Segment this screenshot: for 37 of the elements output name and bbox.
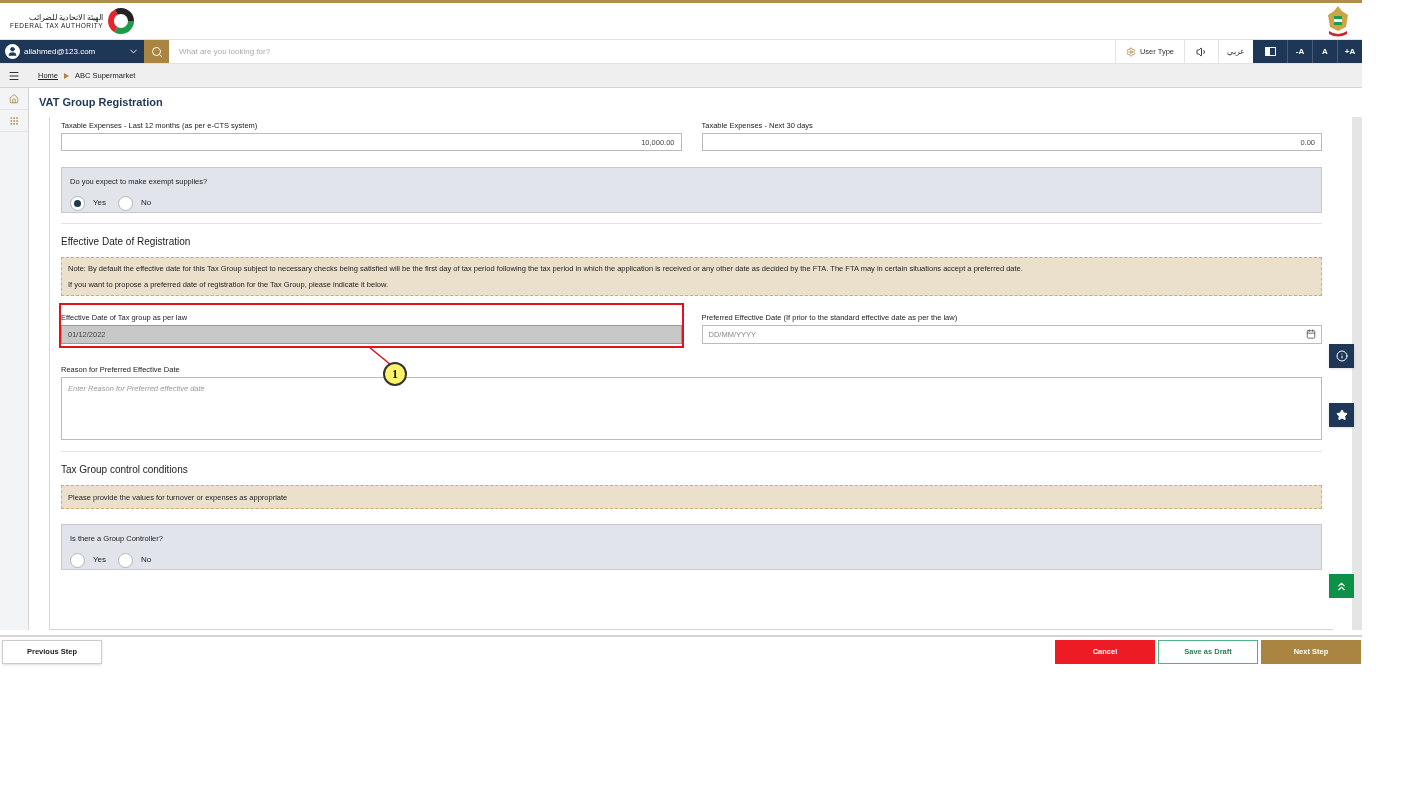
search-icon: [150, 45, 163, 58]
calendar-icon[interactable]: [1306, 329, 1316, 339]
breadcrumb-separator-icon: [64, 72, 69, 79]
info-button[interactable]: [1329, 344, 1354, 368]
star-icon: [1335, 409, 1348, 421]
home-icon: [9, 93, 19, 104]
grid-icon: [9, 115, 19, 126]
section-heading: Effective Date of Registration: [61, 235, 192, 250]
menu-icon: [8, 69, 20, 82]
scrollbar[interactable]: [1352, 117, 1362, 630]
radio-label: No: [141, 554, 152, 566]
logo-arabic-text: الهيئة الاتحادية للضرائب: [28, 12, 104, 22]
callout-badge: 1: [383, 362, 407, 386]
favorite-button[interactable]: [1329, 403, 1354, 427]
radio-label: Yes: [93, 197, 107, 209]
radio-button[interactable]: [70, 195, 85, 211]
font-size-button[interactable]: -A: [1287, 40, 1312, 63]
radio-label: Yes: [93, 554, 107, 566]
radio-button[interactable]: [118, 195, 134, 211]
emblem-icon: [1326, 5, 1350, 37]
user-dropdown[interactable]: aliahmed@123.com: [0, 40, 144, 63]
settings-icon: [1125, 46, 1136, 57]
page-title: VAT Group Registration: [38, 95, 164, 111]
font-size-button[interactable]: A: [1312, 40, 1337, 63]
scroll-top-button[interactable]: [1329, 574, 1354, 598]
contrast-button[interactable]: [1253, 40, 1287, 63]
search-button[interactable]: [144, 40, 169, 63]
user-icon: [7, 46, 18, 57]
section-heading: Tax Group control conditions: [61, 463, 189, 478]
search-field[interactable]: What are you looking for?: [169, 40, 1115, 63]
font-size-button[interactable]: +A: [1337, 40, 1362, 63]
info-icon: [1335, 350, 1348, 362]
radio-button[interactable]: [118, 552, 134, 568]
speaker-icon: [1195, 45, 1208, 58]
radio-label: No: [141, 197, 152, 209]
logo-icon: [107, 7, 136, 35]
radio-button[interactable]: [70, 552, 85, 568]
